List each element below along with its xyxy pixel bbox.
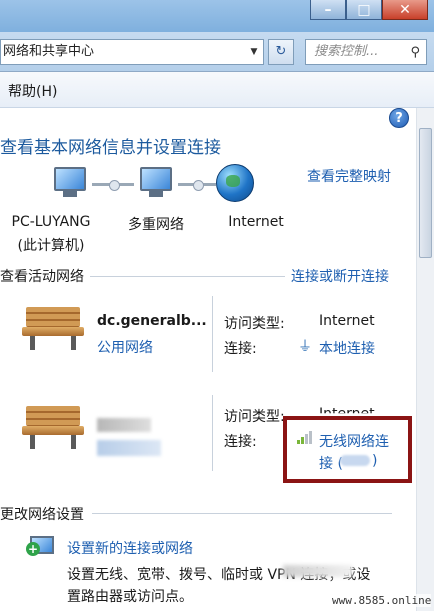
address-input[interactable]: 网络和共享中心	[0, 39, 264, 65]
highlight-box	[283, 416, 412, 483]
menu-bar: 帮助(H)	[0, 72, 434, 108]
refresh-icon[interactable]: ↻	[268, 39, 294, 65]
help-icon[interactable]: ?	[389, 108, 409, 128]
bench-icon	[22, 404, 84, 450]
watermark-smudge	[283, 565, 353, 577]
blurred-network-name	[97, 418, 151, 432]
local-connection-link[interactable]: 本地连接	[319, 338, 375, 358]
network-type-link[interactable]: 公用网络	[97, 337, 153, 357]
address-path: 网络和共享中心	[3, 44, 95, 59]
minimize-icon[interactable]: –	[310, 0, 346, 20]
bench-icon	[22, 305, 84, 351]
page-title: 查看基本网络信息并设置连接	[0, 138, 221, 158]
blurred-network-type	[97, 440, 161, 456]
computer-sub: (此计算机)	[17, 238, 85, 254]
watermark-text: www.8585.online	[332, 594, 432, 607]
connector-line	[178, 180, 216, 191]
computer-icon	[48, 163, 92, 201]
maximize-icon[interactable]: □	[346, 0, 382, 20]
active-networks-title: 查看活动网络	[0, 266, 90, 286]
access-type-label: 访问类型:	[224, 409, 285, 425]
connect-disconnect-link[interactable]: 连接或断开连接	[291, 266, 389, 286]
vertical-divider	[212, 296, 213, 372]
section-divider	[90, 276, 285, 277]
plug-icon: ⏚	[298, 339, 312, 355]
chevron-down-icon[interactable]: ▼	[247, 39, 261, 65]
close-icon[interactable]: ✕	[382, 0, 428, 20]
multi-network-label: 多重网络	[128, 217, 184, 233]
connection-label: 连接:	[224, 434, 257, 450]
globe-icon	[216, 164, 254, 202]
address-toolbar: 网络和共享中心 ▼ ↻ 搜索控制... ⚲	[0, 32, 434, 72]
search-icon[interactable]: ⚲	[410, 41, 420, 65]
access-type-value: Internet	[319, 313, 375, 329]
network-name: dc.generalb...	[97, 313, 207, 329]
computer-name: PC-LUYANG	[11, 214, 91, 230]
setup-connection-icon: +	[26, 534, 58, 562]
multi-network-icon	[134, 163, 178, 201]
window-controls: – □ ✕	[310, 0, 428, 20]
section-divider	[92, 513, 392, 514]
vertical-scrollbar[interactable]	[416, 108, 434, 611]
change-settings-title: 更改网络设置	[0, 504, 90, 524]
full-map-link[interactable]: 查看完整映射	[307, 166, 391, 186]
title-bar: – □ ✕	[0, 0, 434, 32]
internet-label: Internet	[228, 214, 284, 230]
vertical-divider	[212, 395, 213, 471]
connector-line	[92, 180, 134, 191]
menu-help[interactable]: 帮助(H)	[8, 81, 57, 101]
search-placeholder: 搜索控制...	[314, 44, 379, 59]
scrollbar-thumb[interactable]	[419, 128, 432, 258]
setup-connection-link[interactable]: 设置新的连接或网络	[67, 538, 193, 558]
search-input[interactable]: 搜索控制... ⚲	[305, 39, 427, 65]
access-type-label: 访问类型:	[224, 316, 285, 332]
connection-label: 连接:	[224, 341, 257, 357]
setup-description-cont: 置路由器或访问点。	[67, 589, 193, 605]
